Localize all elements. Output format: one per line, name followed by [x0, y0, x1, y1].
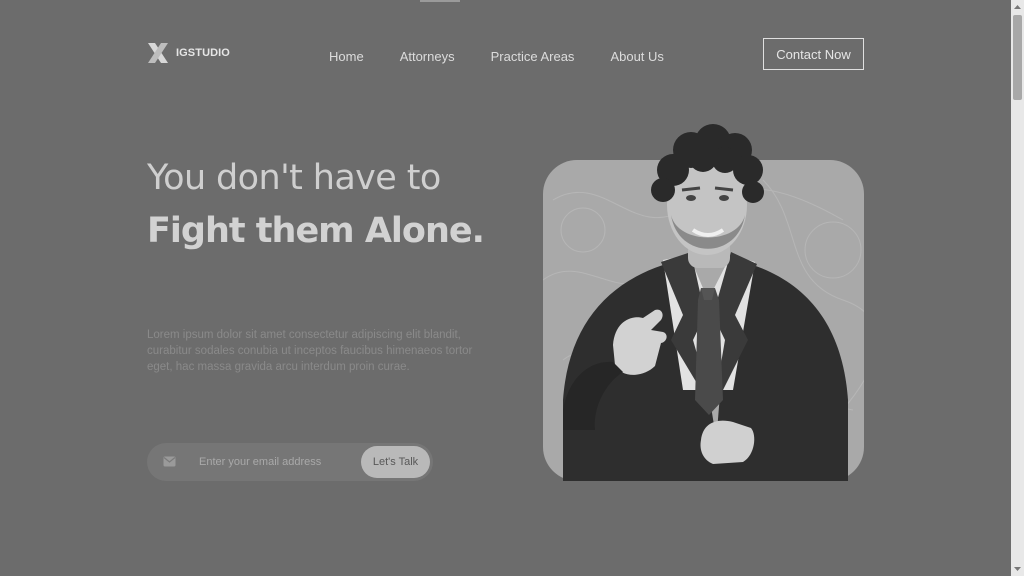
vertical-scrollbar[interactable]: [1011, 0, 1024, 576]
hero-description: Lorem ipsum dolor sit amet consectetur a…: [147, 329, 473, 373]
hero-headline-line-2: Fight them Alone.: [147, 211, 485, 251]
nav-link-attorneys[interactable]: Attorneys: [400, 49, 455, 64]
contact-now-button[interactable]: Contact Now: [763, 38, 864, 70]
brand-logo[interactable]: IGSTUDIO: [146, 41, 230, 65]
brand-name: IGSTUDIO: [176, 47, 230, 59]
mail-icon: [163, 456, 176, 467]
attorney-portrait: [563, 124, 848, 481]
email-signup-form: Let's Talk: [147, 443, 433, 481]
scrollbar-thumb[interactable]: [1013, 15, 1022, 100]
hero-headline-line-1: You don't have to: [147, 158, 441, 198]
top-progress-indicator: [420, 0, 460, 2]
nav-link-practice-areas[interactable]: Practice Areas: [491, 49, 575, 64]
scroll-up-arrow-icon[interactable]: [1011, 0, 1024, 14]
nav-link-home[interactable]: Home: [329, 49, 364, 64]
x-logo-icon: [148, 43, 168, 63]
email-input[interactable]: [199, 452, 349, 472]
nav-link-about-us[interactable]: About Us: [610, 49, 663, 64]
main-nav: Home Attorneys Practice Areas About Us: [329, 46, 664, 65]
landing-page: IGSTUDIO Home Attorneys Practice Areas A…: [0, 0, 1011, 576]
scroll-down-arrow-icon[interactable]: [1011, 562, 1024, 576]
lets-talk-button[interactable]: Let's Talk: [361, 446, 430, 478]
